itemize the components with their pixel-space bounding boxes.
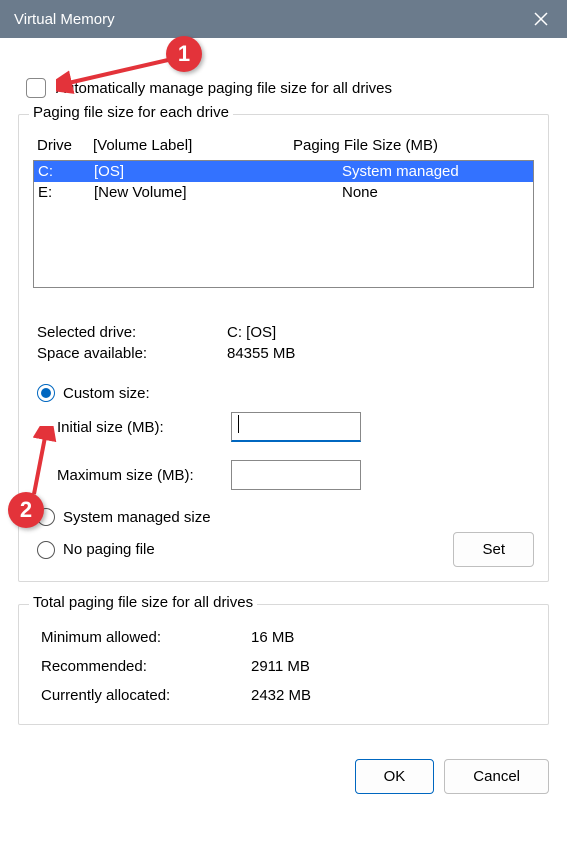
cancel-button[interactable]: Cancel xyxy=(444,759,549,794)
drives-groupbox: Paging file size for each drive Drive [V… xyxy=(18,114,549,582)
minimum-allowed-value: 16 MB xyxy=(251,629,294,646)
space-available-value: 84355 MB xyxy=(227,345,295,362)
drive-list-header: Drive [Volume Label] Paging File Size (M… xyxy=(33,133,534,160)
selected-drive-label: Selected drive: xyxy=(37,324,227,341)
drives-group-title: Paging file size for each drive xyxy=(29,104,233,121)
custom-size-label: Custom size: xyxy=(63,385,150,402)
annotation-badge-1: 1 xyxy=(166,36,202,72)
titlebar: Virtual Memory xyxy=(0,0,567,38)
close-icon[interactable] xyxy=(529,7,553,31)
volume-label: [New Volume] xyxy=(94,184,294,201)
totals-group-title: Total paging file size for all drives xyxy=(29,594,257,611)
no-paging-radio[interactable] xyxy=(37,541,55,559)
space-available-label: Space available: xyxy=(37,345,227,362)
currently-allocated-label: Currently allocated: xyxy=(41,687,251,704)
annotation-arrow-2 xyxy=(28,426,58,500)
window-title: Virtual Memory xyxy=(14,11,529,28)
currently-allocated-value: 2432 MB xyxy=(251,687,311,704)
drive-letter: C: xyxy=(38,163,94,180)
recommended-value: 2911 MB xyxy=(251,658,310,675)
initial-size-input[interactable] xyxy=(231,412,361,442)
selected-drive-value: C: [OS] xyxy=(227,324,276,341)
maximum-size-label: Maximum size (MB): xyxy=(57,467,231,484)
volume-label: [OS] xyxy=(94,163,294,180)
no-paging-label: No paging file xyxy=(63,541,155,558)
maximum-size-input[interactable] xyxy=(231,460,361,490)
custom-size-radio[interactable] xyxy=(37,384,55,402)
paging-size: System managed xyxy=(342,163,529,180)
drive-letter: E: xyxy=(38,184,94,201)
annotation-badge-2: 2 xyxy=(8,492,44,528)
ok-button[interactable]: OK xyxy=(355,759,435,794)
auto-manage-checkbox[interactable] xyxy=(26,78,46,98)
totals-groupbox: Total paging file size for all drives Mi… xyxy=(18,604,549,725)
recommended-label: Recommended: xyxy=(41,658,251,675)
initial-size-label: Initial size (MB): xyxy=(57,419,231,436)
drive-list[interactable]: C: [OS] System managed E: [New Volume] N… xyxy=(33,160,534,288)
system-managed-label: System managed size xyxy=(63,509,211,526)
set-button[interactable]: Set xyxy=(453,532,534,567)
drive-row[interactable]: E: [New Volume] None xyxy=(34,182,533,203)
annotation-arrow-1 xyxy=(56,56,176,96)
minimum-allowed-label: Minimum allowed: xyxy=(41,629,251,646)
paging-size: None xyxy=(342,184,529,201)
header-drive: Drive xyxy=(37,137,93,154)
drive-row[interactable]: C: [OS] System managed xyxy=(34,161,533,182)
header-volume-label: [Volume Label] xyxy=(93,137,293,154)
header-paging-size: Paging File Size (MB) xyxy=(293,137,530,154)
